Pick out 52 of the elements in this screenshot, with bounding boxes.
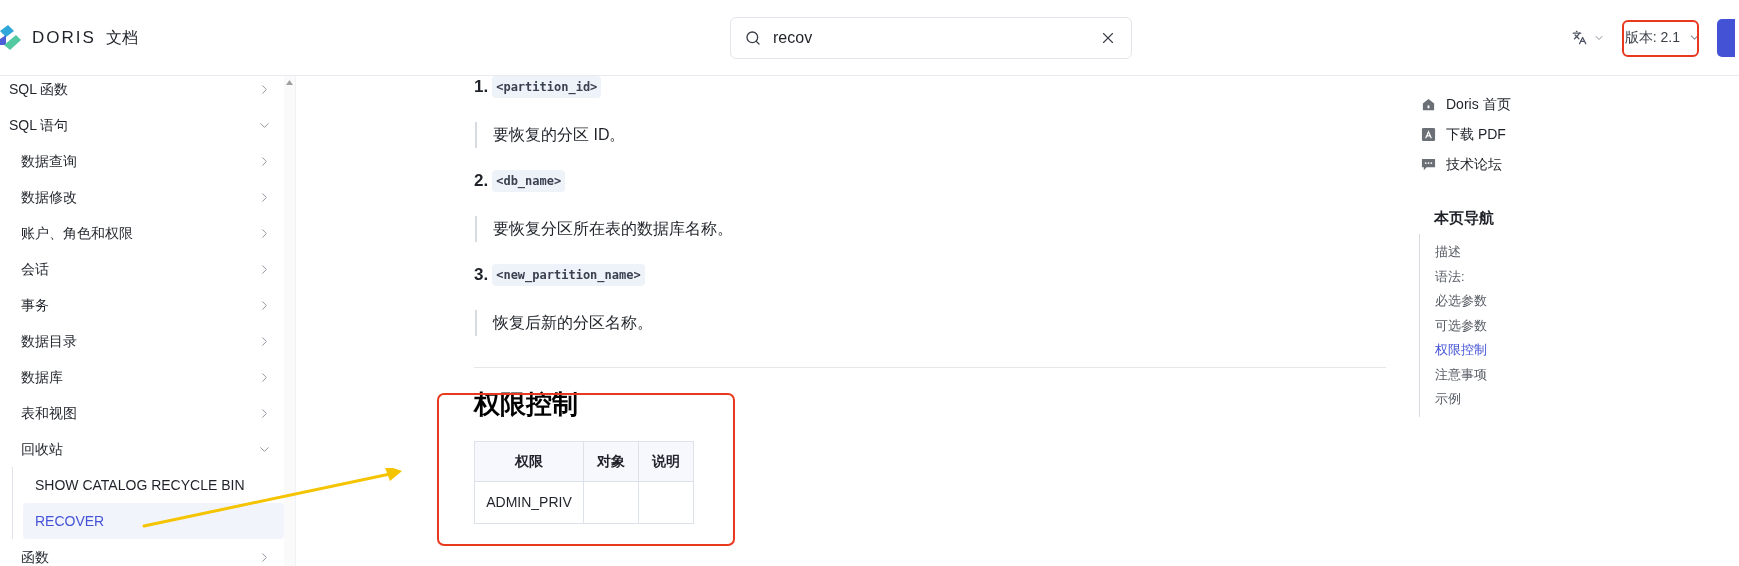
toc-link[interactable]: 描述: [1420, 239, 1619, 264]
pdf-file-icon: [1421, 126, 1436, 142]
toc-link[interactable]: 示例: [1420, 386, 1619, 411]
toc-link[interactable]: 语法:: [1420, 264, 1619, 289]
translate-icon: [1571, 30, 1587, 45]
list-number: 3.: [474, 264, 489, 287]
resource-link[interactable]: 下载 PDF: [1421, 119, 1619, 149]
toc-link[interactable]: 可选参数: [1420, 313, 1619, 338]
sidebar-item[interactable]: 会话: [0, 251, 285, 287]
sidebar-item[interactable]: SHOW CATALOG RECYCLE BIN: [23, 467, 285, 503]
sidebar-item[interactable]: 函数: [0, 539, 285, 566]
inline-code: <new_partition_name>: [492, 264, 645, 286]
table-header-cell: 说明: [638, 441, 694, 482]
sidebar-item[interactable]: 回收站: [0, 431, 285, 467]
sidebar-item[interactable]: 数据查询: [0, 143, 285, 179]
sidebar-item[interactable]: SQL 语句: [0, 107, 285, 143]
sidebar-item[interactable]: 数据目录: [0, 323, 285, 359]
sidebar-item[interactable]: 表和视图: [0, 395, 285, 431]
resource-link[interactable]: 技术论坛: [1421, 149, 1619, 179]
sidebar-item[interactable]: 事务: [0, 287, 285, 323]
search-icon: [745, 29, 761, 46]
version-dropdown[interactable]: 版本: 2.1: [1614, 18, 1711, 57]
inline-code: <db_name>: [492, 170, 566, 192]
parameter-description: 恢复后新的分区名称。: [493, 313, 653, 333]
sidebar-item[interactable]: SQL 函数: [0, 76, 285, 107]
toc-link[interactable]: 注意事项: [1420, 362, 1619, 387]
list-number: 1.: [474, 76, 489, 99]
toc-link[interactable]: 必选参数: [1420, 288, 1619, 313]
toc-link[interactable]: 权限控制: [1420, 337, 1619, 362]
house-icon: [1421, 96, 1436, 112]
scrollbar[interactable]: [284, 76, 295, 566]
table-cell: ADMIN_PRIV: [474, 481, 584, 524]
table-header-cell: 权限: [474, 441, 584, 482]
list-number: 2.: [474, 170, 489, 193]
sidebar-item[interactable]: 数据修改: [0, 179, 285, 215]
search-box[interactable]: recov: [730, 16, 1132, 59]
primary-button[interactable]: [1717, 18, 1735, 57]
table-cell: [583, 481, 639, 524]
inline-code: <partition_id>: [492, 76, 602, 98]
logo-text: DORIS: [32, 26, 96, 49]
sidebar-item[interactable]: RECOVER: [23, 503, 285, 539]
sidebar-item[interactable]: 账户、角色和权限: [0, 215, 285, 251]
search-field[interactable]: recov: [773, 25, 1087, 50]
table-cell: [638, 481, 694, 524]
parameter-description: 要恢复分区所在表的数据库名称。: [493, 219, 733, 239]
table-header-cell: 对象: [583, 441, 639, 482]
resource-link[interactable]: Doris 首页: [1421, 89, 1619, 119]
toc-title: 本页导航: [1434, 208, 1495, 228]
logo-subtitle: 文档: [105, 27, 138, 48]
sidebar-item[interactable]: 数据库: [0, 359, 285, 395]
chat-bubble-icon: [1421, 156, 1436, 172]
parameter-description: 要恢复的分区 ID。: [493, 125, 626, 145]
